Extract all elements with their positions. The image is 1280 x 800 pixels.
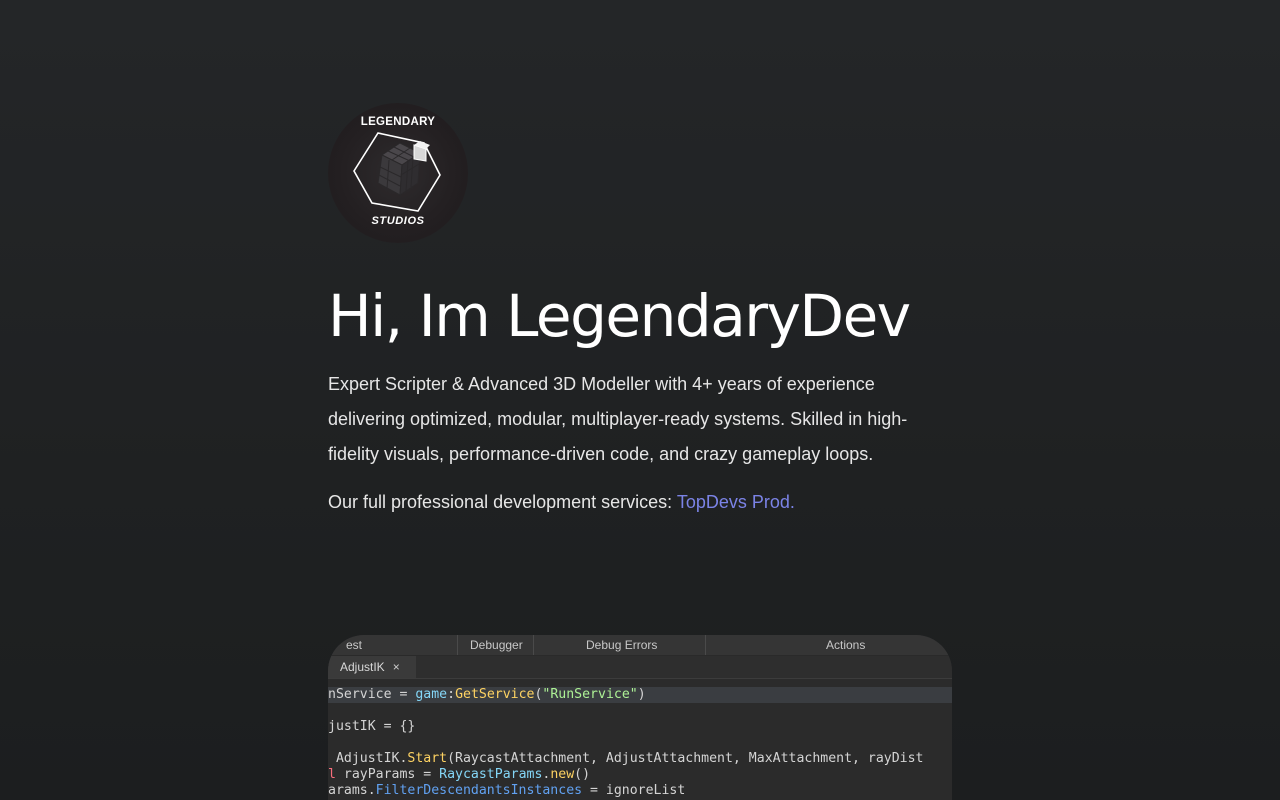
topdevs-link[interactable]: TopDevs Prod. (677, 492, 795, 512)
code-line: AdjustIK.Start(RaycastAttachment, Adjust… (328, 751, 924, 766)
close-icon: × (392, 660, 400, 674)
page-title: Hi, Im LegendaryDev (328, 282, 911, 350)
logo-bottom-text: STUDIOS (371, 215, 425, 227)
code-line: justIK = {} (328, 719, 416, 734)
document-tab-bar: AdjustIK × (328, 656, 952, 679)
code-preview-image: est Debugger Debug Errors Actions Adjust… (328, 635, 952, 800)
cube-logo-icon (353, 132, 441, 212)
hero-section: LEGENDARY STUDIOS Hi, Im LegendaryDev Ex… (328, 103, 952, 516)
panel-tab-test: est (328, 635, 458, 655)
document-tab-adjustik: AdjustIK × (328, 656, 416, 678)
code-line: l rayParams = RaycastParams.new() (328, 767, 591, 782)
code-line: nService = game:GetService("RunService") (328, 687, 952, 703)
code-editor: nService = game:GetService("RunService")… (328, 679, 952, 798)
panel-tab-debugger: Debugger (458, 635, 534, 655)
studio-logo: LEGENDARY STUDIOS (328, 103, 468, 243)
studio-panel-tabs: est Debugger Debug Errors Actions (328, 635, 952, 656)
services-prefix: Our full professional development servic… (328, 492, 677, 512)
panel-tab-actions: Actions (826, 638, 866, 652)
bio-text: Expert Scripter & Advanced 3D Modeller w… (328, 374, 908, 464)
services-text: Our full professional development servic… (328, 488, 952, 516)
document-tab-label: AdjustIK (340, 660, 385, 674)
panel-tab-debug-errors: Debug Errors (534, 635, 706, 655)
logo-top-text: LEGENDARY (360, 116, 436, 128)
code-line: arams.FilterDescendantsInstances = ignor… (328, 783, 686, 798)
